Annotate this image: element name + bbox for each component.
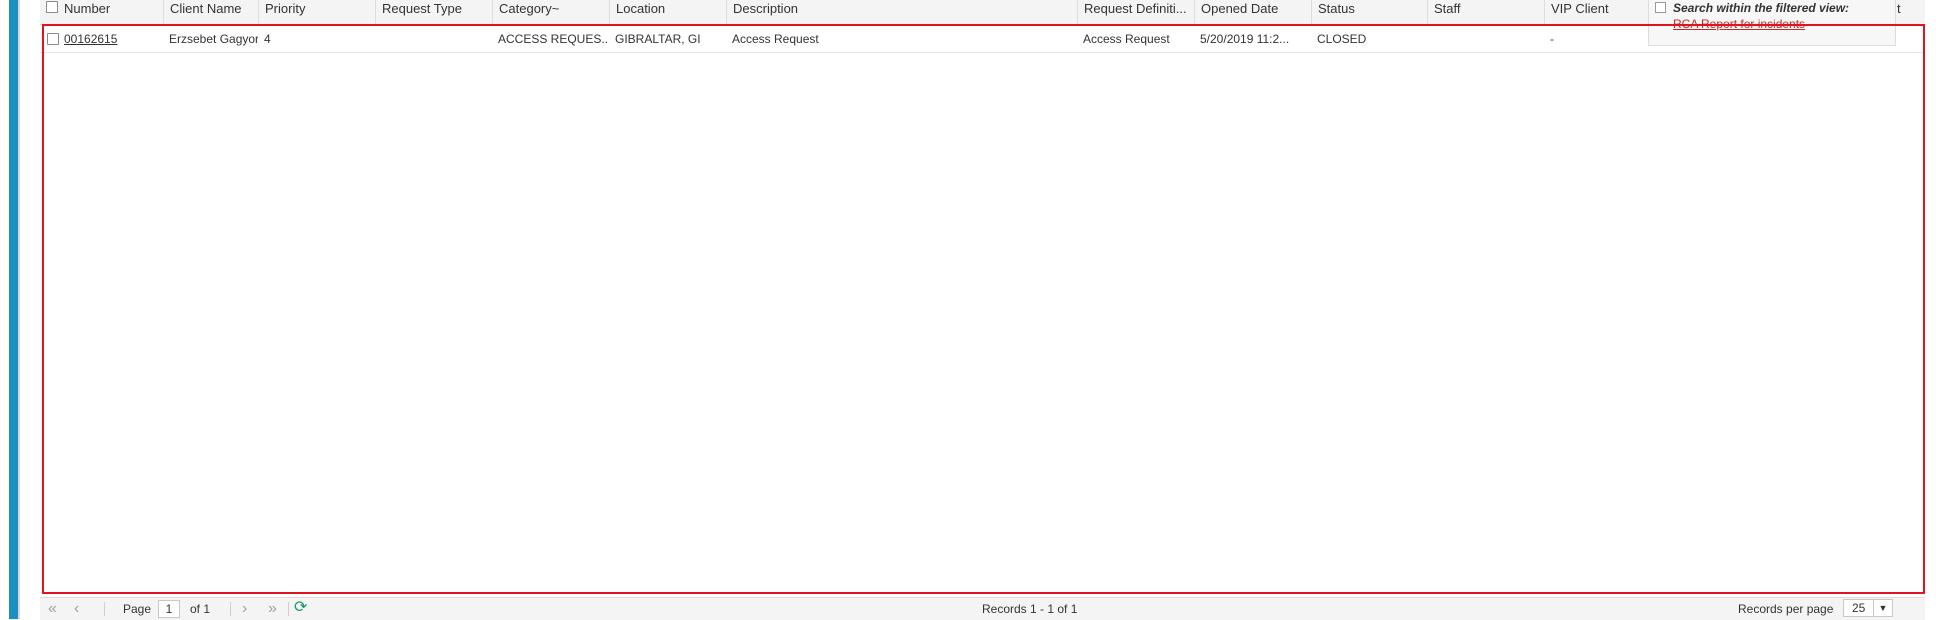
cell-priority: 4 [264,32,271,46]
record-number-link[interactable]: 00162615 [64,32,117,46]
cell-vip-client: - [1550,32,1554,46]
column-header-vip-client[interactable]: VIP Client [1544,0,1648,24]
column-header-location[interactable]: Location [609,0,726,24]
column-header-description[interactable]: Description [726,0,1077,24]
previous-page-icon[interactable]: ‹ [74,600,79,618]
column-header-priority[interactable]: Priority [258,0,375,24]
cell-request-definition: Access Request [1083,32,1170,46]
left-accent-bar [0,0,20,619]
cell-description: Access Request [732,32,819,46]
filtered-search-panel: Search within the filtered view: RCA Rep… [1648,0,1896,46]
pager-separator [288,602,289,616]
column-header-request-type[interactable]: Request Type [375,0,492,24]
cell-number: 00162615 [58,26,163,52]
records-per-page-select[interactable]: 25 ▼ [1843,599,1893,617]
column-header-status[interactable]: Status [1311,0,1427,24]
search-within-checkbox[interactable] [1655,2,1666,13]
column-header-category[interactable]: Category~ [492,0,609,24]
records-info: Records 1 - 1 of 1 [982,602,1078,616]
cell-request-type [375,26,492,52]
next-page-icon[interactable]: › [242,600,247,618]
grid-header: Number Client Name Priority Request Type… [40,0,1925,25]
page-count-label: of 1 [190,602,211,616]
table-row[interactable]: 00162615 Erzsebet Gagyor 4 ACCESS REQUES… [40,26,1925,53]
column-header-request-definition[interactable]: Request Definiti... [1077,0,1194,24]
first-page-icon[interactable]: « [48,600,57,618]
column-header-client-name[interactable]: Client Name [163,0,258,24]
column-header-staff[interactable]: Staff [1427,0,1544,24]
dropdown-arrow-icon[interactable]: ▼ [1873,600,1892,616]
search-within-label: Search within the filtered view: [1673,1,1850,15]
page-number-input[interactable]: 1 [158,600,180,618]
cell-location: GIBRALTAR, GI [615,32,701,46]
filter-link-rca-report[interactable]: RCA Report for incidents [1673,17,1805,31]
cell-category: ACCESS REQUES... [498,32,609,46]
cell-client-name: Erzsebet Gagyor [169,32,258,46]
pager-separator [230,602,231,616]
cell-status: CLOSED [1317,32,1367,46]
pagination-bar: « ‹ Page 1 of 1 › » ⟳ Records 1 - 1 of 1… [40,597,1925,620]
left-divider [18,0,20,619]
page-label: Page [123,602,152,616]
refresh-icon[interactable]: ⟳ [294,599,307,617]
records-grid: Number Client Name Priority Request Type… [40,0,1936,620]
records-per-page-value: 25 [1852,601,1866,615]
last-page-icon[interactable]: » [268,600,277,618]
selection-highlight [42,24,1925,594]
pager-separator [104,602,105,616]
column-header-opened-date[interactable]: Opened Date [1194,0,1311,24]
cell-opened-date: 5/20/2019 11:2... [1200,32,1290,46]
left-accent-stripe [9,0,18,619]
column-header-number[interactable]: Number [58,0,163,24]
cell-staff [1427,26,1544,52]
select-all-checkbox[interactable] [46,1,58,13]
column-header-truncated[interactable]: t [1897,0,1901,24]
records-per-page-label: Records per page [1738,602,1834,616]
